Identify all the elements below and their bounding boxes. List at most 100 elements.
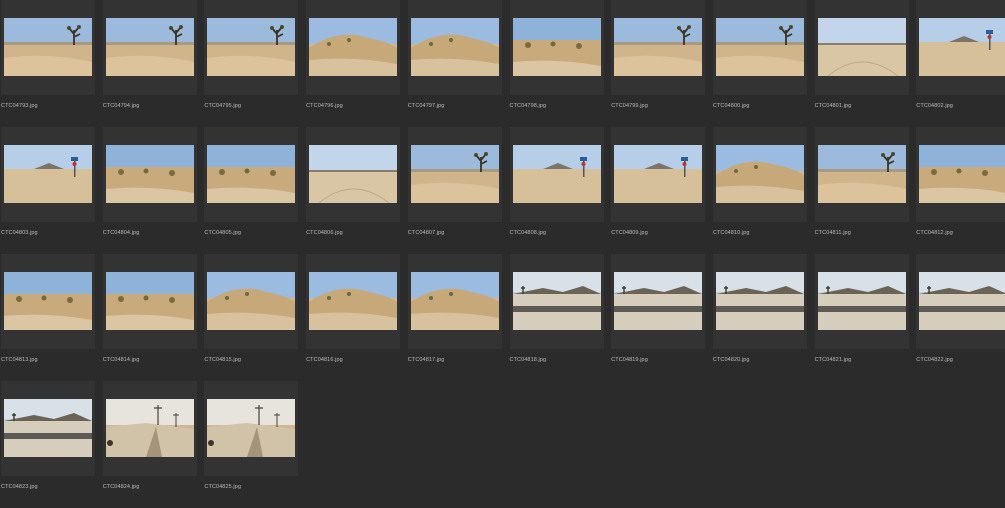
photo-thumbnail-item[interactable]: CTC04811.jpg	[814, 127, 915, 254]
photo-thumbnail-item[interactable]: CTC04798.jpg	[509, 0, 610, 127]
photo-thumbnail-item[interactable]: CTC04814.jpg	[102, 254, 203, 381]
photo-thumbnail-item[interactable]: CTC04800.jpg	[712, 0, 813, 127]
thumbnail-tile[interactable]	[814, 0, 909, 95]
thumbnail-tile[interactable]	[407, 0, 502, 95]
photo-thumbnail-image[interactable]	[4, 399, 92, 457]
photo-thumbnail-image[interactable]	[105, 145, 194, 203]
photo-thumbnail-item[interactable]: CTC04794.jpg	[102, 0, 203, 127]
photo-thumbnail-item[interactable]: CTC04812.jpg	[916, 127, 1005, 254]
photo-thumbnail-image[interactable]	[512, 18, 601, 76]
photo-thumbnail-item[interactable]: CTC04813.jpg	[1, 254, 101, 381]
thumbnail-tile[interactable]	[1, 0, 95, 95]
photo-thumbnail-item[interactable]: CTC04818.jpg	[509, 254, 610, 381]
thumbnail-tile[interactable]	[814, 127, 909, 222]
file-name-label: CTC04804.jpg	[102, 230, 140, 236]
photo-thumbnail-image[interactable]	[919, 145, 1005, 203]
thumbnail-tile[interactable]	[102, 0, 197, 95]
thumbnail-tile[interactable]	[306, 127, 401, 222]
photo-thumbnail-image[interactable]	[105, 18, 194, 76]
photo-thumbnail-item[interactable]: CTC04815.jpg	[204, 254, 304, 381]
photo-thumbnail-item[interactable]: CTC04822.jpg	[916, 254, 1005, 381]
thumbnail-tile[interactable]	[916, 254, 1005, 349]
photo-thumbnail-item[interactable]: CTC04809.jpg	[611, 127, 711, 254]
photo-thumbnail-image[interactable]	[614, 18, 703, 76]
photo-thumbnail-image[interactable]	[919, 18, 1005, 76]
thumbnail-tile[interactable]	[712, 0, 807, 95]
thumbnail-tile[interactable]	[102, 381, 197, 476]
photo-thumbnail-image[interactable]	[4, 272, 92, 330]
thumbnail-tile[interactable]	[204, 0, 299, 95]
photo-thumbnail-image[interactable]	[512, 272, 601, 330]
thumbnail-tile[interactable]	[509, 127, 604, 222]
thumbnail-tile[interactable]	[611, 127, 706, 222]
photo-thumbnail-image[interactable]	[410, 145, 499, 203]
photo-thumbnail-image[interactable]	[309, 145, 398, 203]
photo-thumbnail-image[interactable]	[715, 272, 804, 330]
thumbnail-tile[interactable]	[916, 0, 1005, 95]
photo-thumbnail-image[interactable]	[817, 18, 906, 76]
photo-thumbnail-image[interactable]	[207, 399, 296, 457]
photo-thumbnail-image[interactable]	[715, 145, 804, 203]
photo-thumbnail-item[interactable]: CTC04799.jpg	[611, 0, 711, 127]
photo-thumbnail-item[interactable]: CTC04803.jpg	[1, 127, 101, 254]
thumbnail-tile[interactable]	[1, 254, 95, 349]
thumbnail-tile[interactable]	[102, 127, 197, 222]
photo-thumbnail-image[interactable]	[309, 18, 398, 76]
photo-thumbnail-image[interactable]	[512, 145, 601, 203]
thumbnail-tile[interactable]	[712, 127, 807, 222]
photo-thumbnail-item[interactable]: CTC04819.jpg	[611, 254, 711, 381]
photo-thumbnail-image[interactable]	[4, 145, 92, 203]
thumbnail-tile[interactable]	[407, 254, 502, 349]
photo-thumbnail-image[interactable]	[207, 18, 296, 76]
thumbnail-tile[interactable]	[204, 254, 299, 349]
photo-thumbnail-image[interactable]	[207, 145, 296, 203]
thumbnail-tile[interactable]	[306, 254, 401, 349]
photo-thumbnail-item[interactable]: CTC04807.jpg	[407, 127, 508, 254]
photo-thumbnail-item[interactable]: CTC04796.jpg	[306, 0, 406, 127]
photo-thumbnail-item[interactable]: CTC04805.jpg	[204, 127, 304, 254]
photo-thumbnail-item[interactable]: CTC04816.jpg	[306, 254, 406, 381]
photo-thumbnail-image[interactable]	[207, 272, 296, 330]
thumbnail-tile[interactable]	[509, 254, 604, 349]
thumbnail-tile[interactable]	[814, 254, 909, 349]
thumbnail-tile[interactable]	[611, 254, 706, 349]
photo-thumbnail-item[interactable]: CTC04795.jpg	[204, 0, 304, 127]
thumbnail-tile[interactable]	[611, 0, 706, 95]
photo-thumbnail-item[interactable]: CTC04810.jpg	[712, 127, 813, 254]
photo-thumbnail-item[interactable]: CTC04820.jpg	[712, 254, 813, 381]
photo-thumbnail-image[interactable]	[410, 18, 499, 76]
thumbnail-tile[interactable]	[102, 254, 197, 349]
photo-thumbnail-item[interactable]: CTC04808.jpg	[509, 127, 610, 254]
photo-thumbnail-item[interactable]: CTC04823.jpg	[1, 381, 101, 508]
photo-thumbnail-item[interactable]: CTC04793.jpg	[1, 0, 101, 127]
photo-thumbnail-item[interactable]: CTC04825.jpg	[204, 381, 304, 508]
thumbnail-tile[interactable]	[204, 127, 299, 222]
photo-thumbnail-image[interactable]	[715, 18, 804, 76]
photo-thumbnail-image[interactable]	[817, 145, 906, 203]
photo-thumbnail-item[interactable]: CTC04806.jpg	[306, 127, 406, 254]
thumbnail-tile[interactable]	[509, 0, 604, 95]
thumbnail-tile[interactable]	[1, 381, 95, 476]
photo-thumbnail-item[interactable]: CTC04802.jpg	[916, 0, 1005, 127]
photo-thumbnail-image[interactable]	[105, 399, 194, 457]
photo-thumbnail-image[interactable]	[105, 272, 194, 330]
thumbnail-tile[interactable]	[916, 127, 1005, 222]
photo-thumbnail-image[interactable]	[614, 272, 703, 330]
photo-thumbnail-image[interactable]	[309, 272, 398, 330]
photo-thumbnail-image[interactable]	[817, 272, 906, 330]
photo-thumbnail-item[interactable]: CTC04804.jpg	[102, 127, 203, 254]
photo-thumbnail-item[interactable]: CTC04824.jpg	[102, 381, 203, 508]
photo-thumbnail-item[interactable]: CTC04797.jpg	[407, 0, 508, 127]
thumbnail-tile[interactable]	[204, 381, 299, 476]
thumbnail-tile[interactable]	[407, 127, 502, 222]
thumbnail-tile[interactable]	[306, 0, 401, 95]
photo-thumbnail-item[interactable]: CTC04821.jpg	[814, 254, 915, 381]
photo-thumbnail-item[interactable]: CTC04801.jpg	[814, 0, 915, 127]
photo-thumbnail-image[interactable]	[919, 272, 1005, 330]
thumbnail-tile[interactable]	[712, 254, 807, 349]
photo-thumbnail-image[interactable]	[614, 145, 703, 203]
photo-thumbnail-image[interactable]	[410, 272, 499, 330]
photo-thumbnail-image[interactable]	[4, 18, 92, 76]
thumbnail-tile[interactable]	[1, 127, 95, 222]
photo-thumbnail-item[interactable]: CTC04817.jpg	[407, 254, 508, 381]
